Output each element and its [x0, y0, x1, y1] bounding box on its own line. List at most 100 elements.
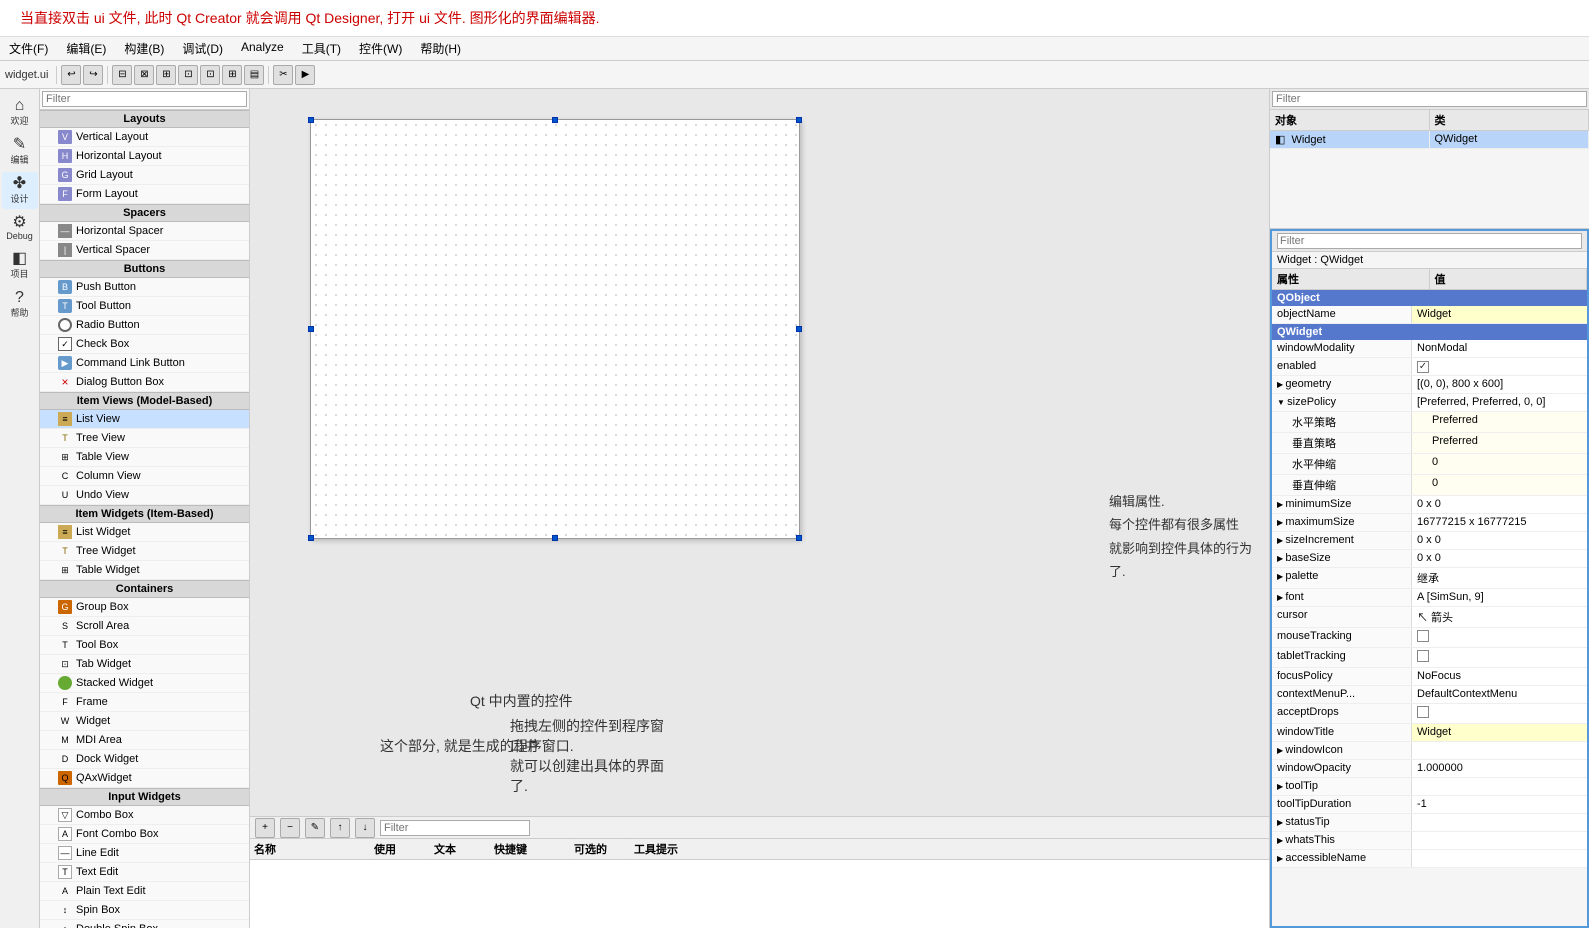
prop-val-palette[interactable]: 继承	[1412, 568, 1587, 588]
menu-edit[interactable]: 编辑(E)	[62, 39, 110, 58]
tb-undo[interactable]: ↩	[61, 65, 81, 85]
prop-row-windowmodality[interactable]: windowModality NonModal	[1272, 340, 1587, 358]
prop-val-hstretch[interactable]: 0	[1412, 454, 1587, 474]
widget-item-horizontal-layout[interactable]: H Horizontal Layout	[40, 147, 249, 166]
menu-help[interactable]: 帮助(H)	[416, 39, 465, 58]
handle-tm[interactable]	[552, 117, 558, 123]
signal-filter-input[interactable]	[380, 820, 530, 836]
menu-debug[interactable]: 调试(D)	[178, 39, 227, 58]
prop-row-geometry[interactable]: geometry [(0, 0), 800 x 600]	[1272, 376, 1587, 394]
handle-ml[interactable]	[308, 326, 314, 332]
prop-row-windowopacity[interactable]: windowOpacity 1.000000	[1272, 760, 1587, 778]
prop-row-sizepolicy[interactable]: sizePolicy [Preferred, Preferred, 0, 0]	[1272, 394, 1587, 412]
prop-val-windowicon[interactable]	[1412, 742, 1587, 759]
prop-val-windowopacity[interactable]: 1.000000	[1412, 760, 1587, 777]
widget-item-qax-widget[interactable]: Q QAxWidget	[40, 769, 249, 788]
widget-item-line-edit[interactable]: — Line Edit	[40, 844, 249, 863]
widget-item-text-edit[interactable]: T Text Edit	[40, 863, 249, 882]
prop-val-basesize[interactable]: 0 x 0	[1412, 550, 1587, 567]
widget-item-stacked-widget[interactable]: Stacked Widget	[40, 674, 249, 693]
widget-item-tool-button[interactable]: T Tool Button	[40, 297, 249, 316]
prop-row-acceptdrops[interactable]: acceptDrops	[1272, 704, 1587, 724]
prop-val-tooltipduration[interactable]: -1	[1412, 796, 1587, 813]
prop-row-accessiblename[interactable]: accessibleName	[1272, 850, 1587, 868]
widget-item-double-spin-box[interactable]: ↕ Double Spin Box	[40, 920, 249, 928]
widget-filter-input[interactable]	[42, 91, 247, 107]
enabled-checkbox[interactable]	[1417, 361, 1429, 373]
widget-item-undo-view[interactable]: U Undo View	[40, 486, 249, 505]
prop-row-tablettracking[interactable]: tabletTracking	[1272, 648, 1587, 668]
prop-row-whatsthis[interactable]: whatsThis	[1272, 832, 1587, 850]
prop-val-windowtitle[interactable]: Widget	[1412, 724, 1587, 741]
prop-row-hpolicy[interactable]: 水平策略 Preferred	[1272, 412, 1587, 433]
widget-item-push-button[interactable]: B Push Button	[40, 278, 249, 297]
prop-val-whatsthis[interactable]	[1412, 832, 1587, 849]
widget-item-mdi-area[interactable]: M MDI Area	[40, 731, 249, 750]
tb-align-center[interactable]: ⊠	[134, 65, 154, 85]
canvas-inner[interactable]: 这个部分, 就是生成的程序窗口. Qt 中内置的控件 拖拽左侧的控件到程序窗口中…	[250, 89, 1269, 816]
acceptdrops-checkbox[interactable]	[1417, 706, 1429, 718]
tablettracking-checkbox[interactable]	[1417, 650, 1429, 662]
widget-item-dock-widget[interactable]: D Dock Widget	[40, 750, 249, 769]
tb-preview[interactable]: ▶	[295, 65, 315, 85]
widget-item-tree-view[interactable]: T Tree View	[40, 429, 249, 448]
tb-align-left[interactable]: ⊟	[112, 65, 132, 85]
prop-row-statustip[interactable]: statusTip	[1272, 814, 1587, 832]
obj-row-widget[interactable]: ◧ Widget QWidget	[1270, 131, 1589, 149]
widget-item-tab-widget[interactable]: ⊡ Tab Widget	[40, 655, 249, 674]
widget-item-radio-button[interactable]: Radio Button	[40, 316, 249, 335]
widget-item-list-view[interactable]: ≡ List View	[40, 410, 249, 429]
widget-item-font-combo-box[interactable]: A Font Combo Box	[40, 825, 249, 844]
prop-row-tooltip[interactable]: toolTip	[1272, 778, 1587, 796]
widget-item-vertical-layout[interactable]: V Vertical Layout	[40, 128, 249, 147]
prop-val-accessiblename[interactable]	[1412, 850, 1587, 867]
signal-edit-btn[interactable]: ✎	[305, 818, 325, 838]
widget-item-grid-layout[interactable]: G Grid Layout	[40, 166, 249, 185]
prop-val-geometry[interactable]: [(0, 0), 800 x 600]	[1412, 376, 1587, 393]
prop-val-sizeincrement[interactable]: 0 x 0	[1412, 532, 1587, 549]
prop-row-enabled[interactable]: enabled	[1272, 358, 1587, 376]
signal-down-btn[interactable]: ↓	[355, 818, 375, 838]
design-canvas[interactable]	[310, 119, 800, 539]
handle-br[interactable]	[796, 535, 802, 541]
prop-val-objectname[interactable]: Widget	[1412, 306, 1587, 323]
prop-val-tablettracking[interactable]	[1412, 648, 1587, 667]
tb-form[interactable]: ▤	[244, 65, 264, 85]
prop-row-cursor[interactable]: cursor ↖ 箭头	[1272, 607, 1587, 628]
prop-val-windowmodality[interactable]: NonModal	[1412, 340, 1587, 357]
widget-item-table-widget[interactable]: ⊞ Table Widget	[40, 561, 249, 580]
left-icon-project[interactable]: ◧ 项目	[2, 247, 38, 284]
obj-filter-input[interactable]	[1272, 91, 1587, 107]
widget-item-tool-box[interactable]: T Tool Box	[40, 636, 249, 655]
widget-item-list-widget[interactable]: ≡ List Widget	[40, 523, 249, 542]
prop-row-sizeincrement[interactable]: sizeIncrement 0 x 0	[1272, 532, 1587, 550]
widget-item-tree-widget[interactable]: T Tree Widget	[40, 542, 249, 561]
widget-item-form-layout[interactable]: F Form Layout	[40, 185, 249, 204]
widget-item-command-link-button[interactable]: ▶ Command Link Button	[40, 354, 249, 373]
signal-up-btn[interactable]: ↑	[330, 818, 350, 838]
prop-val-tooltip[interactable]	[1412, 778, 1587, 795]
handle-tl[interactable]	[308, 117, 314, 123]
prop-row-contextmenu[interactable]: contextMenuP... DefaultContextMenu	[1272, 686, 1587, 704]
tb-redo[interactable]: ↪	[83, 65, 103, 85]
menu-tools[interactable]: 工具(T)	[298, 39, 345, 58]
prop-row-tooltipDuration[interactable]: toolTipDuration -1	[1272, 796, 1587, 814]
widget-item-check-box[interactable]: ✓ Check Box	[40, 335, 249, 354]
prop-val-statustip[interactable]	[1412, 814, 1587, 831]
prop-val-vpolicy[interactable]: Preferred	[1412, 433, 1587, 453]
widget-item-frame[interactable]: F Frame	[40, 693, 249, 712]
prop-val-focuspolicy[interactable]: NoFocus	[1412, 668, 1587, 685]
widget-item-plain-text-edit[interactable]: A Plain Text Edit	[40, 882, 249, 901]
widget-item-combo-box[interactable]: ▽ Combo Box	[40, 806, 249, 825]
menu-analyze[interactable]: Analyze	[237, 39, 288, 58]
tb-break[interactable]: ✂	[273, 65, 293, 85]
prop-row-palette[interactable]: palette 继承	[1272, 568, 1587, 589]
widget-item-table-view[interactable]: ⊞ Table View	[40, 448, 249, 467]
left-icon-design[interactable]: ✤ 设计	[2, 172, 38, 209]
widget-item-horizontal-spacer[interactable]: — Horizontal Spacer	[40, 222, 249, 241]
prop-row-hstretch[interactable]: 水平伸缩 0	[1272, 454, 1587, 475]
signal-add-btn[interactable]: +	[255, 818, 275, 838]
widget-item-widget[interactable]: W Widget	[40, 712, 249, 731]
prop-row-vpolicy[interactable]: 垂直策略 Preferred	[1272, 433, 1587, 454]
left-icon-welcome[interactable]: ⌂ 欢迎	[2, 94, 38, 131]
